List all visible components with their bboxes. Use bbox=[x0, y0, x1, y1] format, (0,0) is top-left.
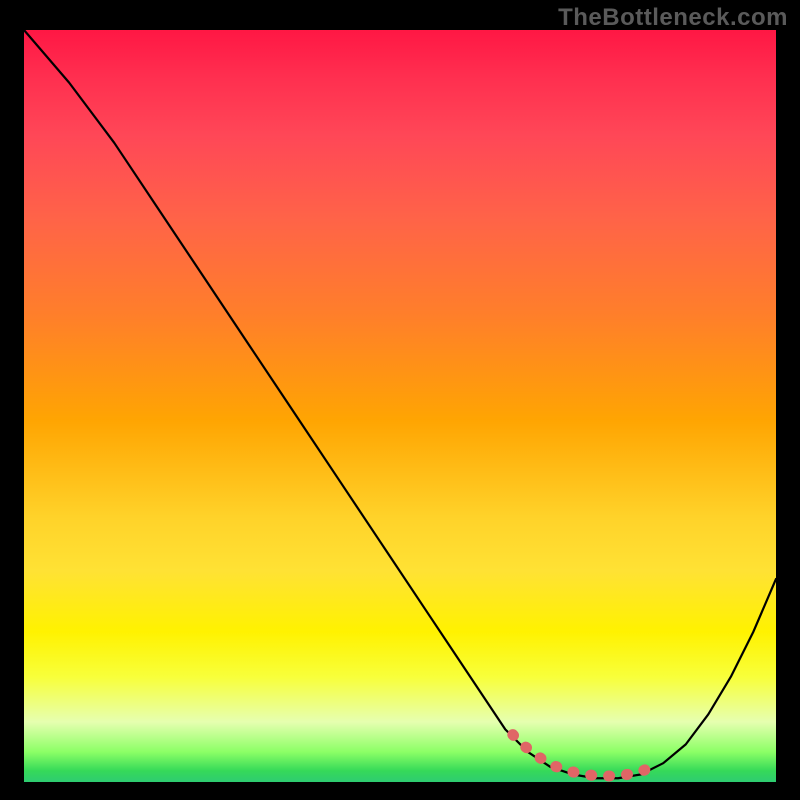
curve-layer bbox=[24, 30, 776, 782]
plot-area bbox=[24, 30, 776, 782]
watermark-label: TheBottleneck.com bbox=[558, 4, 788, 32]
bottleneck-curve-line bbox=[24, 30, 776, 778]
chart-container: TheBottleneck.com bbox=[0, 0, 800, 800]
